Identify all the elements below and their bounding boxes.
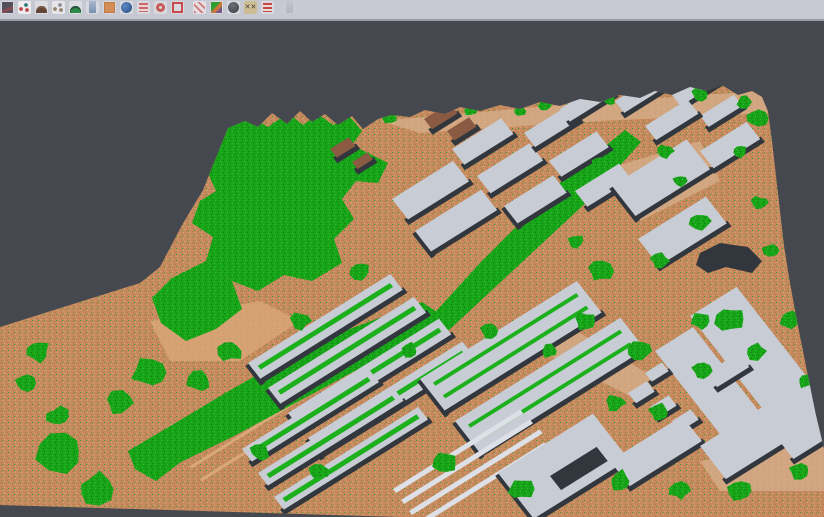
faint-tool-icon[interactable] [283,1,296,14]
classification-palette-tool-icon[interactable] [210,1,223,14]
toolbar-group [1,0,184,14]
point-cloud-scene [0,21,824,517]
selection-brackets-tool-icon[interactable] [171,1,184,14]
application-window [0,0,824,517]
ortho-image-tool-icon[interactable] [103,1,116,14]
hatch-region-tool-icon[interactable] [193,1,206,14]
dead-tree-tool-icon[interactable] [244,1,257,14]
toolbar-group [193,0,274,14]
profile-panel-tool-icon[interactable] [86,1,99,14]
mesh-terrain-tool-icon[interactable] [35,1,48,14]
green-terrain-tool-icon[interactable] [69,1,82,14]
ring-tool-icon[interactable] [154,1,167,14]
sparse-points-tool-icon[interactable] [52,1,65,14]
point-cloud-tool-icon[interactable] [1,1,14,14]
viewport-3d[interactable] [0,21,824,517]
labeled-points-tool-icon[interactable] [18,1,31,14]
red-bars-tool-icon[interactable] [261,1,274,14]
toolbar-group [283,0,296,14]
dark-sphere-tool-icon[interactable] [227,1,240,14]
globe-tool-icon[interactable] [120,1,133,14]
toolbar [0,0,824,21]
layers-tool-icon[interactable] [137,1,150,14]
